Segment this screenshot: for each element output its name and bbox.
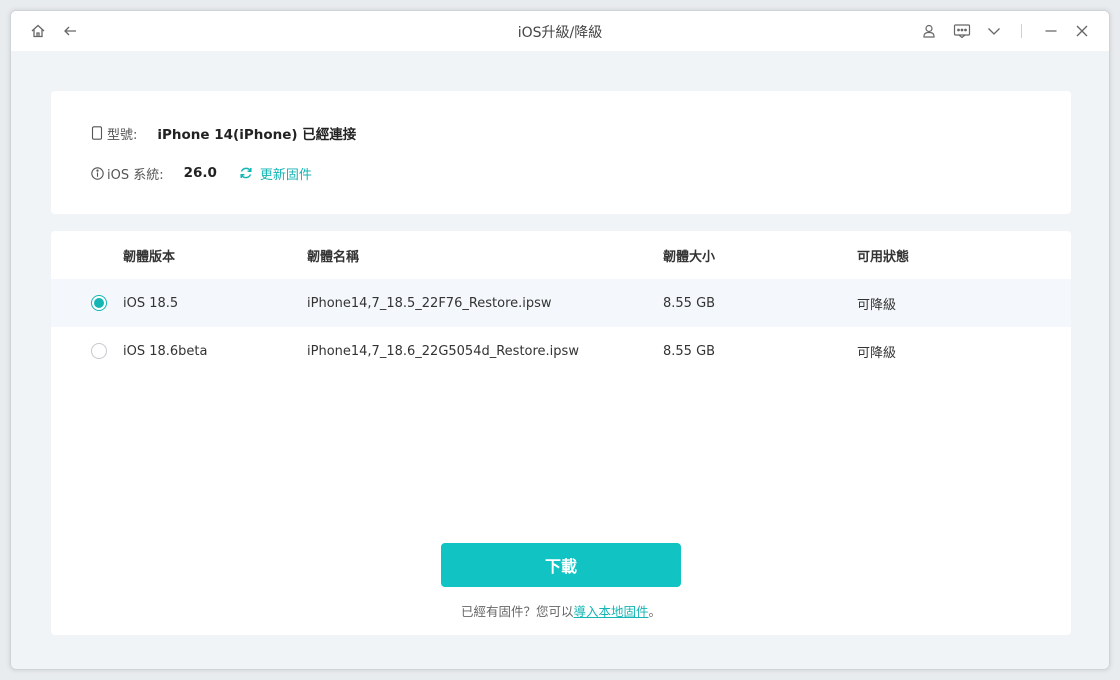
download-button[interactable]: 下載 xyxy=(441,543,681,587)
info-icon xyxy=(91,166,104,180)
update-firmware-link[interactable]: 更新固件 xyxy=(239,164,312,183)
firmware-name: iPhone14,7_18.6_22G5054d_Restore.ipsw xyxy=(307,343,579,359)
firmware-size: 8.55 GB xyxy=(663,295,716,311)
window-title: iOS升級/降級 xyxy=(517,25,603,41)
feedback-icon[interactable] xyxy=(952,21,972,41)
phone-icon xyxy=(91,126,103,140)
table-row[interactable]: iOS 18.5 iPhone14,7_18.5_22F76_Restore.i… xyxy=(51,279,1071,327)
ios-version-value: 26.0 xyxy=(183,165,217,181)
table-header: 韌體版本 韌體名稱 韌體大小 可用狀態 xyxy=(51,231,1071,279)
ios-label: iOS 系統: xyxy=(107,167,164,183)
firmware-version: iOS 18.5 xyxy=(123,295,179,311)
import-note: 已經有固件？您可以導入本地固件。 xyxy=(51,601,1071,620)
firmware-status: 可降級 xyxy=(857,345,897,361)
import-note-prefix: 已經有固件？您可以 xyxy=(460,604,574,619)
model-row: 型號: iPhone 14(iPhone) 已經連接 xyxy=(91,123,356,143)
app-window: iOS升級/降級 型號: iPhone 14(iPhone) 已經連接 iOS … xyxy=(10,10,1110,670)
firmware-version: iOS 18.6beta xyxy=(123,343,208,359)
header-status: 可用狀態 xyxy=(857,249,910,265)
model-value: iPhone 14(iPhone) 已經連接 xyxy=(157,127,357,143)
ios-row: iOS 系統: 26.0 更新固件 xyxy=(91,163,312,183)
import-local-firmware-link[interactable]: 導入本地固件 xyxy=(573,604,648,619)
titlebar-divider xyxy=(1021,24,1022,38)
import-note-suffix: 。 xyxy=(648,604,662,619)
device-info-card: 型號: iPhone 14(iPhone) 已經連接 iOS 系統: 26.0 … xyxy=(51,91,1071,214)
model-label: 型號: xyxy=(107,127,138,143)
firmware-list-card: 韌體版本 韌體名稱 韌體大小 可用狀態 iOS 18.5 iPhone14,7_… xyxy=(51,231,1071,635)
minimize-icon[interactable] xyxy=(1041,21,1061,41)
update-firmware-label: 更新固件 xyxy=(259,167,312,183)
refresh-icon xyxy=(240,167,252,179)
firmware-radio[interactable] xyxy=(91,343,107,359)
chevron-down-icon[interactable] xyxy=(984,21,1004,41)
firmware-size: 8.55 GB xyxy=(663,343,716,359)
header-version: 韌體版本 xyxy=(123,249,176,265)
title-bar: iOS升級/降級 xyxy=(11,11,1109,51)
firmware-name: iPhone14,7_18.5_22F76_Restore.ipsw xyxy=(307,295,552,311)
firmware-status: 可降級 xyxy=(857,297,897,313)
user-icon[interactable] xyxy=(919,21,939,41)
table-row[interactable]: iOS 18.6beta iPhone14,7_18.6_22G5054d_Re… xyxy=(51,327,1071,375)
firmware-radio[interactable] xyxy=(91,295,107,311)
close-icon[interactable] xyxy=(1072,21,1092,41)
header-name: 韌體名稱 xyxy=(307,249,360,265)
header-size: 韌體大小 xyxy=(663,249,716,265)
